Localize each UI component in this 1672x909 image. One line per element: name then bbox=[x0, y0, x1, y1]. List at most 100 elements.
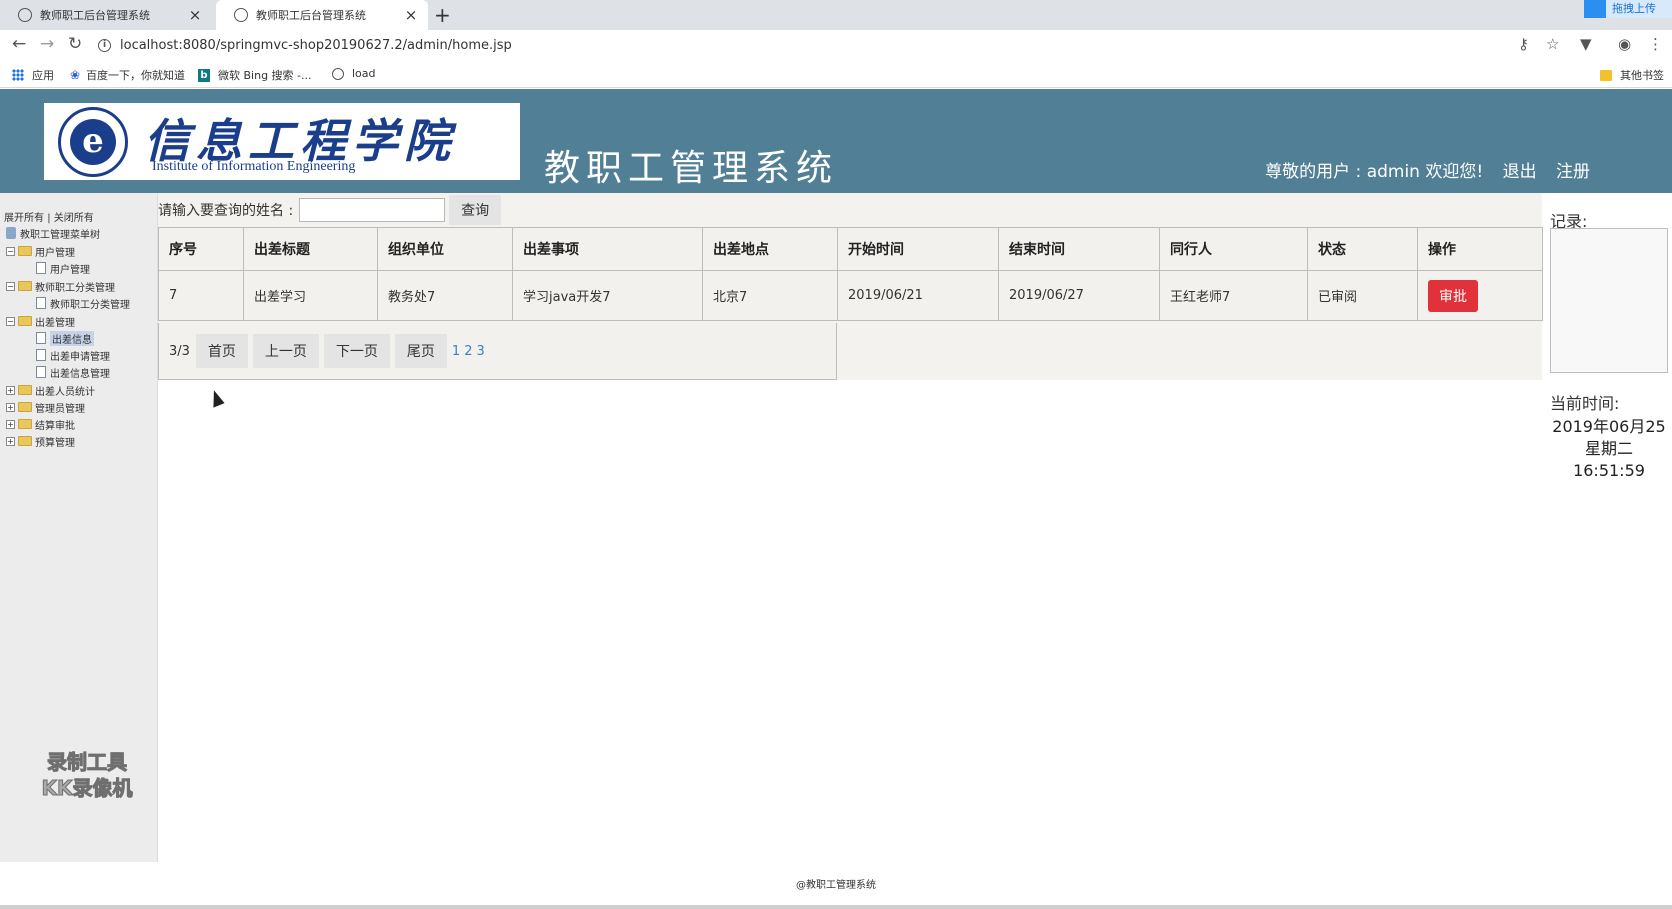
expand-icon[interactable]: + bbox=[6, 402, 15, 412]
column-header: 出差标题 bbox=[243, 227, 378, 271]
separator: | bbox=[47, 213, 51, 224]
first-page-button[interactable]: 首页 bbox=[195, 334, 248, 368]
folder-icon bbox=[18, 246, 32, 256]
expand-all-link[interactable]: 展开所有 bbox=[4, 213, 44, 224]
table-row: 7 出差学习 教务处7 学习java开发7 北京7 2019/06/21 201… bbox=[158, 270, 1543, 321]
new-tab-icon[interactable]: + bbox=[434, 3, 451, 27]
close-icon[interactable]: × bbox=[188, 6, 202, 24]
back-icon[interactable]: ← bbox=[12, 34, 26, 54]
footer: @教职工管理系统 bbox=[796, 880, 876, 891]
expand-icon[interactable]: + bbox=[6, 436, 15, 446]
time-label: 当前时间: bbox=[1550, 394, 1620, 413]
tree-item-trip-manage[interactable]: 出差信息管理 bbox=[36, 365, 110, 380]
collapse-all-link[interactable]: 关闭所有 bbox=[54, 213, 94, 224]
tree-folder-admin[interactable]: + 管理员管理 bbox=[6, 400, 85, 415]
folder-icon bbox=[18, 281, 32, 291]
close-icon[interactable]: × bbox=[404, 6, 418, 24]
tree-item-trip-apply[interactable]: 出差申请管理 bbox=[36, 348, 110, 363]
bing-icon: b bbox=[198, 68, 210, 82]
page-icon bbox=[36, 349, 46, 361]
bookmarks-bar: 应用 ❀ 百度一下，你就知道 b 微软 Bing 搜索 -... load 其他… bbox=[0, 60, 1672, 88]
approve-button[interactable]: 审批 bbox=[1428, 279, 1478, 312]
register-link[interactable]: 注册 bbox=[1556, 162, 1590, 182]
sidebar-menu-tree: 展开所有 | 关闭所有 教职工管理菜单树 − 用户管理 用户管理 − 教师职工分… bbox=[0, 193, 158, 862]
expand-icon[interactable]: + bbox=[6, 419, 15, 429]
pagination: 3/3 首页 上一页 下一页 尾页 1 2 3 bbox=[158, 323, 837, 380]
account-icon[interactable]: ◉ bbox=[1618, 35, 1631, 53]
search-button[interactable]: 查询 bbox=[449, 195, 502, 225]
column-header: 出差事项 bbox=[512, 227, 703, 271]
welcome-text: 尊敬的用户 : admin 欢迎您! bbox=[1265, 162, 1484, 182]
page-link-1[interactable]: 1 bbox=[452, 344, 460, 359]
collapse-icon[interactable]: − bbox=[6, 316, 15, 326]
bookmark-baidu[interactable]: ❀ 百度一下，你就知道 bbox=[70, 67, 185, 83]
search-label: 请输入要查询的姓名 : bbox=[158, 203, 294, 219]
column-header: 同行人 bbox=[1159, 227, 1308, 271]
tree-folder-staff-category[interactable]: − 教师职工分类管理 bbox=[6, 279, 115, 294]
browser-tab-active[interactable]: 教师职工后台管理系统 × bbox=[216, 0, 428, 30]
school-seal-icon: e bbox=[58, 107, 128, 177]
clock-text: 16:51:59 bbox=[1573, 461, 1645, 480]
cell-matter: 学习java开发7 bbox=[512, 270, 703, 321]
current-time: 2019年06月25 星期二 16:51:59 bbox=[1548, 416, 1670, 482]
folder-icon bbox=[1600, 69, 1612, 81]
recorder-watermark: 录制工具 KK录像机 bbox=[41, 750, 133, 801]
last-page-button[interactable]: 尾页 bbox=[394, 334, 447, 368]
record-textarea[interactable] bbox=[1550, 228, 1668, 373]
logo: e 信息工程学院 Institute of Information Engine… bbox=[44, 103, 520, 180]
tree-item-user-manage[interactable]: 用户管理 bbox=[36, 261, 90, 276]
page-info: 3/3 bbox=[169, 343, 190, 359]
user-area: 尊敬的用户 : admin 欢迎您! 退出 注册 bbox=[1251, 157, 1590, 182]
key-icon[interactable]: ⚷ bbox=[1518, 35, 1529, 53]
tab-title: 教师职工后台管理系统 bbox=[256, 9, 366, 22]
tree-folder-settlement[interactable]: + 结算审批 bbox=[6, 417, 75, 432]
browser-toolbar: ← → ↻ i localhost:8080/springmvc-shop201… bbox=[0, 30, 1672, 60]
search-bar: 请输入要查询的姓名 : 查询 bbox=[158, 195, 502, 225]
next-page-button[interactable]: 下一页 bbox=[323, 334, 390, 368]
search-input[interactable] bbox=[299, 198, 446, 222]
logo-english: Institute of Information Engineering bbox=[152, 159, 356, 174]
date-text: 2019年06月25 bbox=[1552, 417, 1666, 436]
column-header: 序号 bbox=[158, 227, 244, 271]
reload-icon[interactable]: ↻ bbox=[68, 34, 82, 54]
info-icon[interactable]: i bbox=[98, 38, 111, 52]
column-header: 开始时间 bbox=[837, 227, 999, 271]
browser-tab[interactable]: 教师职工后台管理系统 × bbox=[0, 0, 212, 30]
tree-controls: 展开所有 | 关闭所有 bbox=[4, 209, 94, 224]
cell-title: 出差学习 bbox=[243, 270, 378, 321]
column-header: 出差地点 bbox=[702, 227, 838, 271]
tree-folder-trip-stats[interactable]: + 出差人员统计 bbox=[6, 383, 95, 398]
bookmark-load[interactable]: load bbox=[332, 67, 376, 80]
globe-icon bbox=[18, 8, 32, 22]
collapse-icon[interactable]: − bbox=[6, 281, 15, 291]
bookmark-bing[interactable]: b 微软 Bing 搜索 -... bbox=[198, 67, 312, 83]
browser-tab-bar: 教师职工后台管理系统 × 教师职工后台管理系统 × + 拖拽上传 bbox=[0, 0, 1672, 30]
prev-page-button[interactable]: 上一页 bbox=[252, 334, 319, 368]
cell-end: 2019/06/27 bbox=[998, 270, 1160, 321]
expand-icon[interactable]: + bbox=[6, 385, 15, 395]
page-icon bbox=[36, 262, 46, 274]
tree-folder-budget[interactable]: + 预算管理 bbox=[6, 434, 75, 449]
page-link-2[interactable]: 2 bbox=[464, 344, 472, 359]
tree-folder-trip[interactable]: − 出差管理 bbox=[6, 314, 75, 329]
collapse-icon[interactable]: − bbox=[6, 246, 15, 256]
page-link-3[interactable]: 3 bbox=[476, 344, 484, 359]
cell-start: 2019/06/21 bbox=[837, 270, 999, 321]
column-header: 组织单位 bbox=[377, 227, 513, 271]
tab-title: 教师职工后台管理系统 bbox=[40, 9, 150, 22]
bookmark-other[interactable]: 其他书签 bbox=[1600, 67, 1664, 83]
tree-item-staff-category[interactable]: 教师职工分类管理 bbox=[36, 296, 130, 311]
address-bar[interactable]: i localhost:8080/springmvc-shop20190627.… bbox=[98, 34, 1518, 56]
extension-icon[interactable]: ▼ bbox=[1580, 35, 1592, 53]
menu-icon[interactable]: ⋮ bbox=[1648, 35, 1663, 53]
cell-companion: 王红老师7 bbox=[1159, 270, 1308, 321]
apps-grid-icon bbox=[12, 69, 24, 81]
logout-link[interactable]: 退出 bbox=[1503, 162, 1537, 182]
forward-icon[interactable]: → bbox=[40, 34, 54, 54]
bookmark-apps[interactable]: 应用 bbox=[12, 67, 54, 83]
tree-folder-user[interactable]: − 用户管理 bbox=[6, 244, 75, 259]
star-icon[interactable]: ☆ bbox=[1546, 35, 1559, 53]
tree-root[interactable]: 教职工管理菜单树 bbox=[6, 226, 100, 241]
tree-item-trip-info[interactable]: 出差信息 bbox=[36, 330, 94, 346]
upload-widget[interactable]: 拖拽上传 bbox=[1584, 0, 1672, 18]
